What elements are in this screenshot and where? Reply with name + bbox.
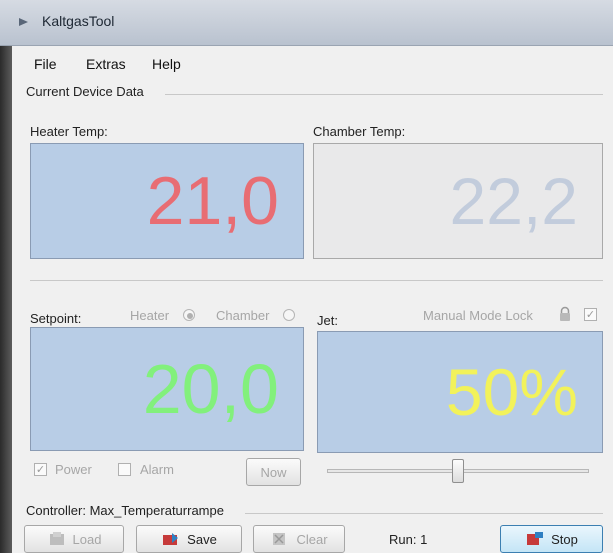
window-edge	[0, 46, 12, 553]
stop-button[interactable]: Stop	[500, 525, 603, 553]
setpoint-display: 20,0	[30, 327, 304, 451]
alarm-label: Alarm	[140, 462, 174, 477]
chamber-temp-label: Chamber Temp:	[313, 124, 406, 139]
heater-temp-display: 21,0	[30, 143, 304, 259]
save-icon	[161, 531, 181, 547]
menu-extras[interactable]: Extras	[86, 56, 126, 72]
clear-button[interactable]: Clear	[253, 525, 345, 553]
setpoint-value: 20,0	[142, 350, 279, 428]
radio-chamber-label: Chamber	[216, 308, 270, 323]
manual-mode-lock-checkbox[interactable]: ✓	[584, 308, 597, 321]
now-button[interactable]: Now	[246, 458, 301, 486]
menu-file[interactable]: File	[34, 56, 57, 72]
load-button[interactable]: Load	[24, 525, 124, 553]
clear-button-label: Clear	[296, 531, 328, 547]
lock-icon	[558, 306, 572, 325]
save-button[interactable]: Save	[136, 525, 242, 553]
save-button-label: Save	[187, 531, 217, 547]
radio-chamber[interactable]	[283, 309, 295, 321]
jet-label: Jet:	[317, 313, 338, 328]
radio-heater[interactable]	[183, 309, 195, 321]
radio-heater-label: Heater	[130, 308, 170, 323]
controller-label: Controller: Max_Temperaturrampe	[26, 503, 224, 518]
menu-help[interactable]: Help	[152, 56, 181, 72]
load-icon	[47, 531, 67, 547]
chamber-temp-display: 22,2	[313, 143, 603, 259]
power-checkbox[interactable]: ✓	[34, 463, 47, 476]
run-counter: Run: 1	[389, 532, 428, 547]
chamber-temp-value: 22,2	[449, 164, 578, 238]
manual-mode-lock-label: Manual Mode Lock	[423, 308, 533, 323]
heater-temp-value: 21,0	[146, 163, 279, 239]
jet-display: 50%	[317, 331, 603, 453]
now-button-label: Now	[260, 464, 287, 480]
divider	[30, 280, 603, 281]
controller-divider	[245, 513, 603, 514]
stop-icon	[525, 531, 545, 547]
section-divider	[165, 94, 603, 95]
clear-icon	[270, 531, 290, 547]
alarm-checkbox[interactable]	[118, 463, 131, 476]
app-icon	[16, 14, 32, 30]
load-button-label: Load	[72, 531, 102, 547]
setpoint-label: Setpoint:	[30, 311, 82, 326]
heater-temp-label: Heater Temp:	[30, 124, 108, 139]
window-title: KaltgasTool	[42, 13, 115, 29]
section-title: Current Device Data	[26, 84, 144, 99]
power-label: Power	[55, 462, 92, 477]
jet-slider-thumb[interactable]	[452, 459, 464, 483]
jet-value: 50%	[445, 355, 578, 429]
stop-button-label: Stop	[551, 531, 578, 547]
